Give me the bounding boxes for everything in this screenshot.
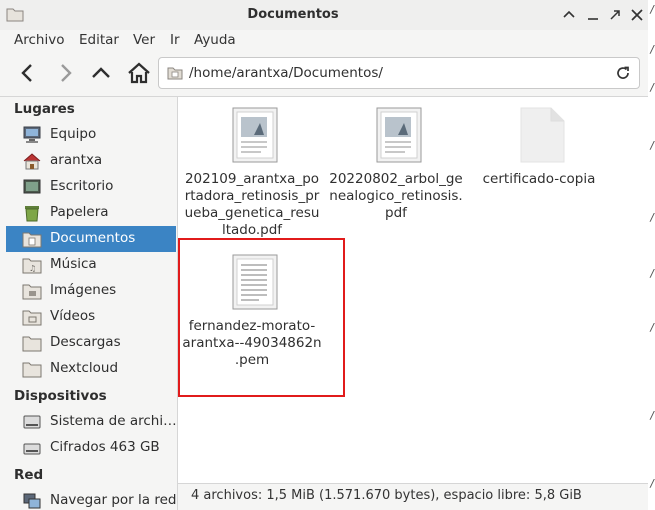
file-name-line: certificado-copia xyxy=(482,171,596,187)
pdf-document-icon xyxy=(232,107,278,163)
location-path[interactable]: /home/arantxa/Documentos/ xyxy=(189,65,383,81)
sidebar-item-label: Sistema de archi… xyxy=(50,413,177,429)
desktop-icon xyxy=(23,179,41,194)
menu-archivo[interactable]: Archivo xyxy=(14,32,64,48)
sidebar-item-label: arantxa xyxy=(50,152,103,168)
sidebar-header-devices: Dispositivos xyxy=(14,388,107,404)
file-name-line: arantxa--49034862n xyxy=(182,335,322,351)
file-name-line: 202109_arantxa_po xyxy=(184,171,320,187)
location-bar[interactable]: /home/arantxa/Documentos/ xyxy=(158,57,640,89)
sidebar-item-musica[interactable]: ♫ Música xyxy=(6,252,176,278)
sidebar-item-videos[interactable]: Vídeos xyxy=(6,304,176,330)
file-view[interactable]: 202109_arantxa_po rtadora_retinosis_pr u… xyxy=(178,97,648,483)
pdf-document-icon xyxy=(376,107,422,163)
file-name-line: .pem xyxy=(234,352,270,368)
maximize-icon[interactable] xyxy=(606,6,624,24)
trash-icon xyxy=(25,206,39,222)
file-name-line: fernandez-morato- xyxy=(188,318,316,334)
file-name-line: 20220802_arbol_ge xyxy=(329,171,463,187)
drive-icon xyxy=(23,415,41,429)
sidebar-item-label: Escritorio xyxy=(50,178,114,194)
file-name-line: pdf xyxy=(385,205,407,221)
sidebar-item-label: Vídeos xyxy=(50,308,96,324)
close-icon[interactable] xyxy=(628,6,646,24)
svg-text:♫: ♫ xyxy=(29,264,36,273)
sidebar-item-label: Documentos xyxy=(50,230,136,246)
blank-file-icon xyxy=(520,107,565,163)
file-item[interactable]: fernandez-morato- arantxa--49034862n .pe… xyxy=(182,244,322,384)
network-icon xyxy=(23,493,41,509)
up-icon[interactable] xyxy=(88,60,114,86)
sidebar-item-label: Cifrados 463 GB xyxy=(50,439,160,455)
sidebar-item-documentos[interactable]: Documentos xyxy=(6,226,176,252)
sidebar-item-label: Imágenes xyxy=(50,282,117,298)
pictures-folder-icon xyxy=(22,284,42,300)
sidebar-item-label: Nextcloud xyxy=(50,360,119,376)
sidebar-item-label: Descargas xyxy=(50,334,121,350)
status-bar: 4 archivos: 1,5 MiB (1.571.670 bytes), e… xyxy=(178,483,648,510)
minimize-icon[interactable] xyxy=(584,6,602,24)
sidebar-item-nextcloud[interactable]: Nextcloud xyxy=(6,356,176,382)
window-title: Documentos xyxy=(247,7,339,22)
title-bar[interactable]: Documentos xyxy=(0,0,648,31)
back-icon[interactable] xyxy=(15,60,41,86)
forward-icon[interactable] xyxy=(52,60,78,86)
file-item[interactable]: 20220802_arbol_ge nealogico_retinosis. p… xyxy=(326,97,466,237)
chevron-up-icon[interactable] xyxy=(560,6,578,24)
music-folder-icon: ♫ xyxy=(22,258,42,274)
sidebar-item-label: Navegar por la red xyxy=(50,492,177,508)
sidebar-item-cifrados[interactable]: Cifrados 463 GB xyxy=(6,435,176,461)
downloads-folder-icon xyxy=(22,336,42,352)
toolbar: /home/arantxa/Documentos/ xyxy=(0,52,648,97)
home-icon[interactable] xyxy=(126,60,152,86)
sidebar-item-red[interactable]: Navegar por la red xyxy=(6,488,176,510)
file-name-line: nealogico_retinosis. xyxy=(329,188,463,204)
computer-icon xyxy=(23,126,41,143)
file-item[interactable]: certificado-copia xyxy=(469,97,609,237)
folder-icon xyxy=(22,362,42,378)
folder-icon xyxy=(167,67,183,80)
status-text: 4 archivos: 1,5 MiB (1.571.670 bytes), e… xyxy=(191,488,582,503)
menu-ir[interactable]: Ir xyxy=(170,32,180,48)
file-name-line: rtadora_retinosis_pr xyxy=(184,188,320,204)
file-name-line: ueba_genetica_resu xyxy=(184,205,320,221)
sidebar-item-escritorio[interactable]: Escritorio xyxy=(6,174,176,200)
sidebar-item-sistema[interactable]: Sistema de archi… xyxy=(6,409,177,435)
file-name-line: ltado.pdf xyxy=(221,222,283,238)
menu-bar: Archivo Editar Ver Ir Ayuda xyxy=(0,30,648,52)
sidebar-item-label: Papelera xyxy=(50,204,109,220)
text-document-icon xyxy=(232,254,278,310)
menu-ayuda[interactable]: Ayuda xyxy=(194,32,236,48)
sidebar-item-label: Música xyxy=(50,256,97,272)
sidebar-item-imagenes[interactable]: Imágenes xyxy=(6,278,176,304)
background-terminal-strip: / / / / / / / / / xyxy=(648,0,655,510)
reload-icon[interactable] xyxy=(615,65,631,81)
sidebar-item-arantxa[interactable]: arantxa xyxy=(6,148,176,174)
sidebar-item-label: Equipo xyxy=(50,126,97,142)
sidebar-item-equipo[interactable]: Equipo xyxy=(6,122,176,148)
sidebar-header-places: Lugares xyxy=(14,101,75,117)
file-manager-window: Documentos Archivo Editar Ver Ir Ayuda /… xyxy=(0,0,649,510)
sidebar-item-papelera[interactable]: Papelera xyxy=(6,200,176,226)
home-icon xyxy=(23,153,41,170)
sidebar-item-descargas[interactable]: Descargas xyxy=(6,330,176,356)
sidebar-header-network: Red xyxy=(14,467,44,483)
drive-icon xyxy=(23,443,41,455)
menu-editar[interactable]: Editar xyxy=(79,32,119,48)
menu-ver[interactable]: Ver xyxy=(133,32,155,48)
documents-folder-icon xyxy=(22,232,42,248)
videos-folder-icon xyxy=(22,310,42,326)
file-item[interactable]: 202109_arantxa_po rtadora_retinosis_pr u… xyxy=(182,97,322,238)
sidebar: Lugares Equipo arantxa Escritorio Papele… xyxy=(0,97,178,510)
